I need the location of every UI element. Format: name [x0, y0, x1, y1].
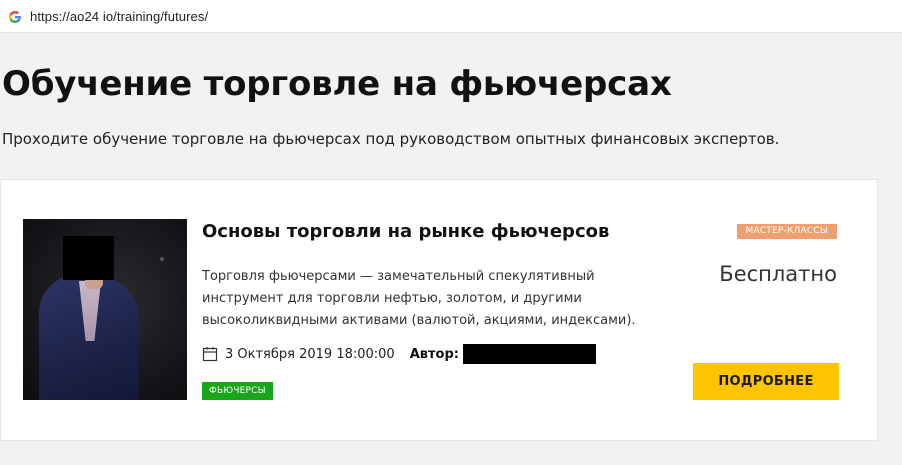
google-g-icon: [8, 9, 22, 23]
course-meta: 3 Октября 2019 18:00:00 Автор:: [202, 344, 596, 364]
author-label: Автор:: [409, 346, 459, 362]
calendar-icon: [202, 346, 218, 362]
course-date: 3 Октября 2019 18:00:00: [225, 346, 395, 362]
details-button[interactable]: ПОДРОБНЕЕ: [693, 363, 839, 400]
address-bar[interactable]: https://ao24 io/training/futures/: [0, 0, 902, 33]
course-photo[interactable]: [23, 219, 187, 400]
url-text[interactable]: https://ao24 io/training/futures/: [30, 9, 208, 24]
page-title: Обучение торговле на фьючерсах: [2, 64, 672, 104]
photo-dot: [160, 257, 164, 261]
type-tag[interactable]: МАСТЕР-КЛАССЫ: [736, 224, 837, 239]
photo-redaction: [63, 236, 114, 280]
course-price: Бесплатно: [719, 262, 837, 286]
category-tag[interactable]: ФЬЮЧЕРСЫ: [202, 382, 273, 400]
course-card: Основы торговли на рынке фьючерсов Торго…: [0, 179, 878, 441]
course-title[interactable]: Основы торговли на рынке фьючерсов: [202, 221, 609, 242]
course-description: Торговля фьючерсами — замечательный спек…: [202, 269, 636, 328]
author-name-redacted: [462, 344, 596, 364]
page-subtitle: Проходите обучение торговле на фьючерсах…: [2, 130, 780, 148]
